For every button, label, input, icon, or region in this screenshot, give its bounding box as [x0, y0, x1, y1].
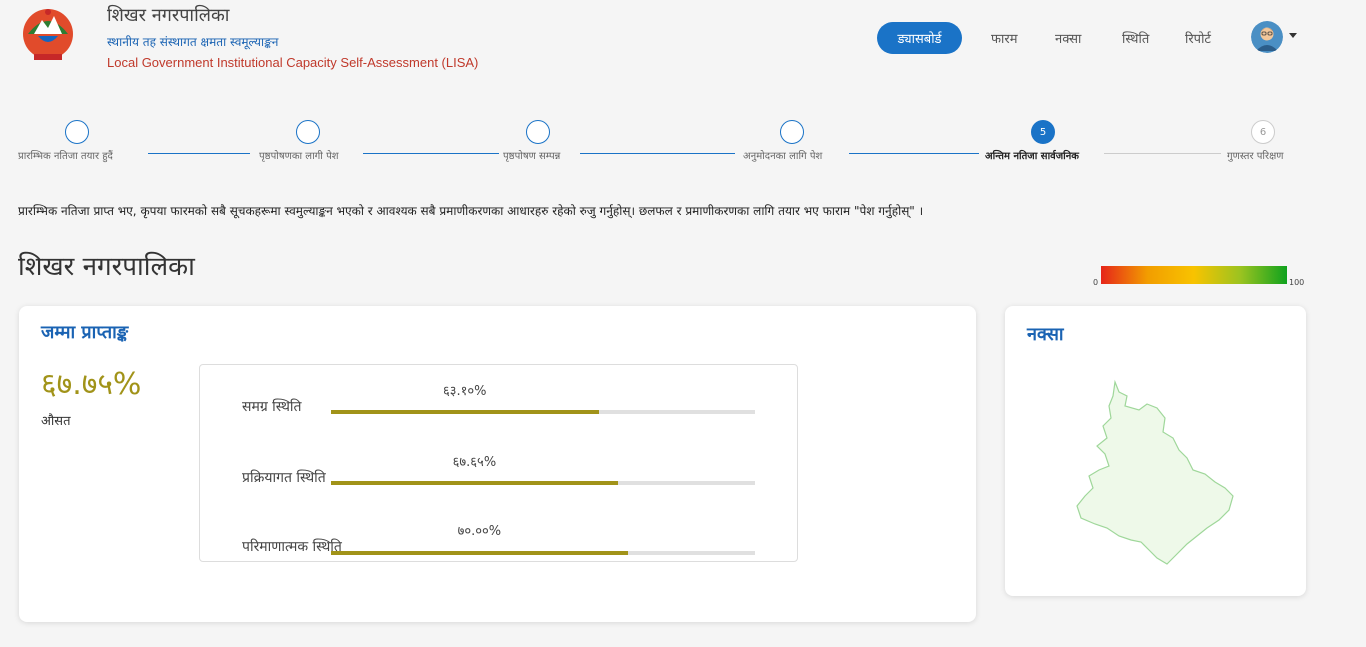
legend-min-label: 0 — [1093, 278, 1099, 287]
user-menu-caret-icon[interactable] — [1289, 33, 1297, 38]
metrics-panel: ६३.१०% समग्र स्थिति ६७.६५% प्रक्रियागत स… — [199, 364, 798, 562]
total-score-card: जम्मा प्राप्ताङ्क ६७.७५% औसत ६३.१०% समग्… — [19, 306, 976, 622]
metric-progress-fill — [331, 551, 628, 555]
user-avatar[interactable] — [1251, 21, 1283, 53]
metric-value: ६३.१०% — [443, 384, 487, 399]
step-1-label: प्रारम्भिक नतिजा तयार हुदैं — [18, 151, 113, 162]
stepper-connector — [849, 153, 979, 154]
app-subtitle-english: Local Government Institutional Capacity … — [107, 55, 479, 70]
metric-value: ६७.६५% — [452, 455, 497, 470]
step-2-circle[interactable] — [296, 120, 320, 144]
metric-label: समग्र स्थिति — [242, 399, 302, 415]
nav-form-link[interactable]: फारम — [991, 29, 1017, 47]
metric-progress-fill — [331, 410, 599, 414]
instruction-text: प्रारम्भिक नतिजा प्राप्त भए, कृपया फारमक… — [18, 204, 924, 218]
app-subtitle-nepali: स्थानीय तह संस्थागत क्षमता स्वमूल्याङ्कन — [107, 35, 279, 49]
metric-label: प्रक्रियागत स्थिति — [242, 470, 326, 486]
header: शिखर नगरपालिका स्थानीय तह संस्थागत क्षमत… — [0, 0, 1366, 80]
total-score-value: ६७.७५% — [41, 367, 142, 402]
map-card: नक्सा — [1005, 306, 1306, 596]
step-3-label: पृष्ठपोषण सम्पन्न — [503, 151, 561, 162]
score-color-legend — [1101, 266, 1287, 284]
nav-map-link[interactable]: नक्सा — [1055, 29, 1081, 47]
nav-dashboard-button[interactable]: ड्यासबोर्ड — [877, 22, 962, 54]
step-6-circle[interactable]: 6 — [1251, 120, 1275, 144]
app-title: शिखर नगरपालिका — [107, 5, 230, 26]
legend-max-label: 100 — [1289, 278, 1305, 287]
metric-value: ७०.००% — [457, 524, 502, 539]
stepper-connector — [580, 153, 735, 154]
nepal-emblem-logo — [20, 4, 76, 66]
municipality-heading: शिखर नगरपालिका — [18, 252, 195, 282]
step-5-circle[interactable]: 5 — [1031, 120, 1055, 144]
stepper-connector — [363, 153, 499, 154]
map-card-heading: नक्सा — [1027, 324, 1064, 345]
step-3-circle[interactable] — [526, 120, 550, 144]
stepper-connector — [1104, 153, 1221, 154]
metric-progress-fill — [331, 481, 618, 485]
step-1-circle[interactable] — [65, 120, 89, 144]
step-4-label: अनुमोदनका लागि पेश — [743, 151, 823, 162]
nav-report-link[interactable]: रिपोर्ट — [1185, 29, 1211, 47]
step-5-label: अन्तिम नतिजा सार्वजनिक — [985, 151, 1079, 162]
progress-stepper: प्रारम्भिक नतिजा तयार हुदैं पृष्ठपोषणका … — [0, 116, 1366, 166]
total-score-label: औसत — [41, 414, 71, 429]
step-6-label: गुणस्तर परिक्षण — [1227, 151, 1284, 162]
metric-progress-track — [331, 410, 755, 414]
nav-status-link[interactable]: स्थिति — [1122, 29, 1149, 47]
step-2-label: पृष्ठपोषणका लागी पेश — [259, 151, 339, 162]
metric-label: परिमाणात्मक स्थिति — [242, 539, 342, 555]
stepper-connector — [148, 153, 250, 154]
metric-progress-track — [331, 551, 755, 555]
metric-progress-track — [331, 481, 755, 485]
step-4-circle[interactable] — [780, 120, 804, 144]
score-card-heading: जम्मा प्राप्ताङ्क — [41, 322, 129, 343]
municipality-map-shape[interactable] — [1075, 378, 1237, 568]
